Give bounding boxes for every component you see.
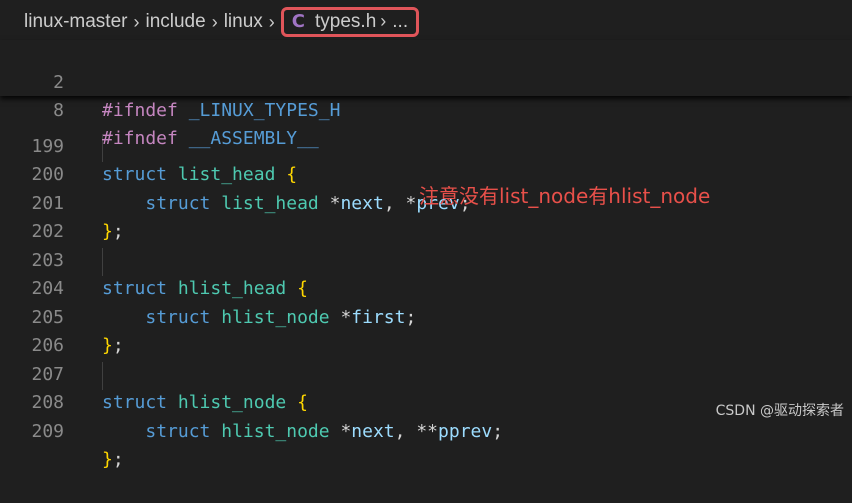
chevron-right-icon: › [211, 11, 218, 32]
annotation-note: 注意没有list_node有hlist_node [419, 184, 711, 208]
code-line[interactable]: 206 [0, 304, 852, 356]
breadcrumb-symbol-ellipsis[interactable]: ... [390, 11, 408, 33]
code-line[interactable]: 207 struct hlist_node { [0, 332, 852, 414]
watermark: CSDN @驱动探索者 [715, 403, 844, 419]
c-file-icon: C [291, 11, 305, 32]
close-brace: } [102, 449, 113, 470]
breadcrumb-linux-master[interactable]: linux-master [0, 11, 129, 33]
preprocessor-directive: #ifndef [102, 100, 178, 121]
breadcrumb-file[interactable]: types.h [315, 11, 376, 33]
code-line[interactable]: 204 struct hlist_node *first; [0, 247, 852, 328]
breadcrumb: linux-master › include › linux › C types… [0, 0, 852, 44]
keyword-struct: struct [145, 420, 211, 442]
code-line[interactable]: 205 }; [0, 275, 852, 357]
code-line[interactable]: 208 struct hlist_node *next, **pprev; [0, 361, 852, 442]
sticky-line[interactable]: 2 #ifndef _LINUX_TYPES_H [0, 40, 852, 122]
macro-name: _LINUX_TYPES_H [188, 100, 341, 121]
chevron-right-icon: › [268, 11, 275, 32]
line-number: 8 [53, 99, 64, 121]
highlight-box: C types.h › ... [280, 7, 420, 37]
breadcrumb-include[interactable]: include [143, 11, 207, 33]
breadcrumb-linux[interactable]: linux [222, 11, 265, 33]
chevron-right-icon: › [380, 11, 387, 31]
line-number: 209 [31, 420, 64, 442]
macro-name: __ASSEMBLY__ [188, 128, 319, 149]
type-name: hlist_node [221, 420, 330, 442]
field-name: pprev [438, 420, 493, 442]
sticky-line[interactable]: 8 #ifndef __ASSEMBLY__ [0, 68, 852, 150]
code-line[interactable]: 203 struct hlist_head { [0, 218, 852, 300]
preprocessor-directive: #ifndef [102, 128, 178, 149]
sticky-scroll-header: 2 #ifndef _LINUX_TYPES_H 8 #ifndef __ASS… [0, 40, 852, 150]
chevron-right-icon: › [133, 11, 140, 32]
field-name: next [351, 420, 395, 442]
